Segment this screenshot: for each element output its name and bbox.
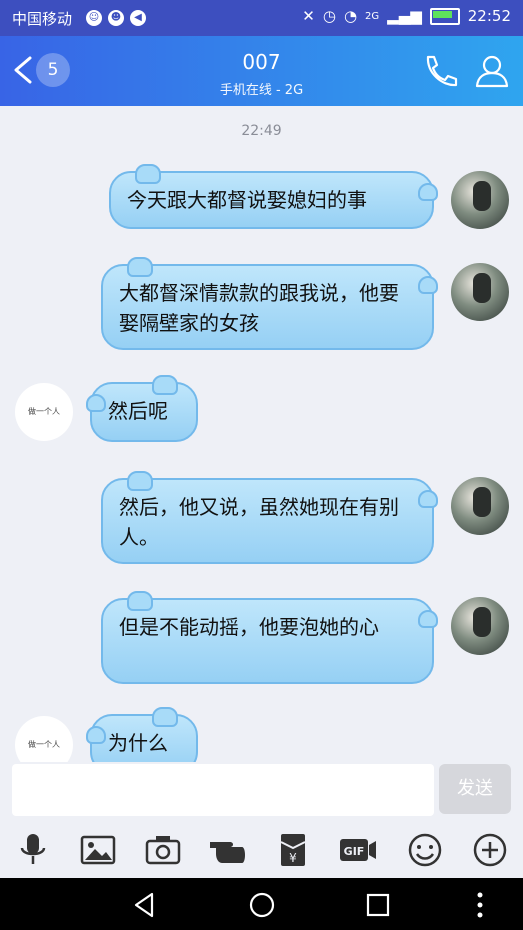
message-text: 但是不能动摇，他要泡她的心 [119,615,379,639]
status-bar: 中国移动 ☺ ☻ ◀ ✕ ◷ ◔ 2G ▂▄▆ 22:52 [0,0,523,36]
input-toolbar: ¥ GIF [0,822,523,878]
network-type-label: 2G [365,10,380,22]
message-bubble[interactable]: 今天跟大都督说娶媳妇的事 [109,164,438,229]
plus-icon[interactable] [470,832,510,868]
bubble-ear [152,375,178,395]
bubble-tail [418,183,438,201]
message-text: 然后呢 [108,399,168,423]
bubble-tail [86,394,106,412]
status-right-icons: ✕ ◷ ◔ 2G ▂▄▆ 22:52 [302,7,511,25]
message-row: 但是不能动摇，他要泡她的心 [0,588,523,688]
message-row: 然后，他又说，虽然她现在有别人。 [0,468,523,568]
alarm-icon: ◷ [322,7,336,25]
bubble-tail [418,276,438,294]
message-input-bar: 发送 [0,762,523,822]
bubble-ear [135,164,161,184]
my-avatar[interactable] [451,477,509,535]
home-nav-icon[interactable] [247,890,277,920]
message-bubble[interactable]: 为什么 [86,707,198,762]
message-text: 然后，他又说，虽然她现在有别人。 [119,495,399,549]
message-timestamp: 22:49 [241,123,282,139]
message-row: 做一个人 然后呢 [0,375,523,448]
camera-icon[interactable] [143,832,183,868]
bubble-ear [127,257,153,277]
chat-header: 5 007 手机在线 - 2G [0,36,523,106]
recents-nav-icon[interactable] [363,890,393,920]
emoji-icon[interactable] [405,832,445,868]
contact-avatar[interactable]: 做一个人 [15,383,73,441]
my-avatar[interactable] [451,597,509,655]
gif-icon[interactable]: GIF [338,832,378,868]
clock-label: 22:52 [467,7,511,25]
microphone-icon[interactable] [13,832,53,868]
mute-icon: ✕ [302,7,315,25]
battery-icon [429,7,460,25]
bubble-tail [86,726,106,744]
more-options-icon[interactable] [465,890,495,920]
message-text: 为什么 [108,731,168,755]
contact-avatar[interactable]: 做一个人 [15,716,73,762]
message-bubble[interactable]: 但是不能动摇，他要泡她的心 [101,591,438,684]
message-text: 今天跟大都督说娶媳妇的事 [127,188,367,212]
signal-icon: ▂▄▆ [387,7,422,25]
my-avatar[interactable] [451,171,509,229]
profile-icon[interactable] [472,52,512,90]
status-left-icons: ☺ ☻ ◀ [86,10,146,26]
phone-call-icon[interactable] [420,53,460,89]
my-avatar[interactable] [451,263,509,321]
message-row: 今天跟大都督说娶媳妇的事 [0,163,523,235]
media-icon: ◀ [130,10,146,26]
system-nav-bar [0,878,523,930]
back-nav-icon[interactable] [130,890,160,920]
image-icon[interactable] [78,832,118,868]
notification-icon: ☻ [108,10,124,26]
message-text: 大都督深情款款的跟我说，他要娶隔壁家的女孩 [119,281,399,335]
bubble-tail [418,490,438,508]
carrier-label: 中国移动 [12,10,73,28]
message-bubble[interactable]: 大都督深情款款的跟我说，他要娶隔壁家的女孩 [101,257,438,350]
svg-text:GIF: GIF [344,845,365,858]
message-bubble[interactable]: 然后，他又说，虽然她现在有别人。 [101,471,438,564]
svg-text:¥: ¥ [289,851,297,865]
send-button[interactable]: 发送 [439,764,511,814]
message-bubble[interactable]: 然后呢 [86,375,198,442]
message-row: 做一个人 为什么 [0,707,523,762]
bubble-ear [152,707,178,727]
wifi-icon: ◔ [343,7,358,25]
qq-icon: ☺ [86,10,102,26]
message-input[interactable] [12,764,434,816]
chat-area[interactable]: 22:49 今天跟大都督说娶媳妇的事 大都督深情款款的跟我说，他要娶隔壁家的女孩… [0,106,523,762]
bubble-ear [127,591,153,611]
red-packet-icon[interactable]: ¥ [273,832,313,868]
bubble-tail [418,610,438,628]
poke-icon[interactable] [208,832,248,868]
bubble-ear [127,471,153,491]
message-row: 大都督深情款款的跟我说，他要娶隔壁家的女孩 [0,254,523,354]
